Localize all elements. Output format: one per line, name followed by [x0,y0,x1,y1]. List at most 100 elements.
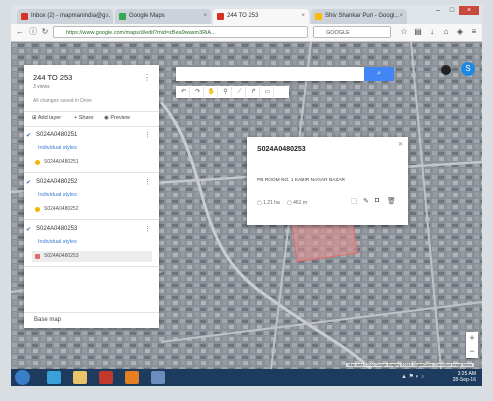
layer-name[interactable]: S024A0480251 [36,132,77,138]
layer-style-link[interactable]: Individual styles [38,192,77,198]
search-button[interactable]: ⌕ [364,67,394,81]
layer-checkbox[interactable]: ✔ [26,132,31,139]
maps-icon [315,13,322,20]
redo-icon[interactable]: ↷ [192,87,204,97]
base-map-label: Base map [34,317,62,323]
more-options-icon[interactable]: ⋮ [144,225,151,233]
layer-style-link[interactable]: Individual styles [38,145,77,151]
map-views: 3 views [33,84,50,90]
area-icon: ▢ [257,200,262,206]
map-search-input[interactable] [176,67,364,81]
close-icon[interactable]: × [203,9,207,24]
area-value: 1.21 ha [263,200,280,206]
tab-google-maps[interactable]: Google Maps × [115,9,211,24]
layer-name[interactable]: S024A0480253 [36,226,77,232]
perimeter-icon: ▢ [287,200,292,206]
folder-icon[interactable] [73,371,87,384]
close-window-button[interactable]: × [459,6,479,15]
tab-shiv-shankar-puri[interactable]: Shiv Shankar Puri - Googl... × [311,9,407,24]
hand-icon[interactable]: ✋ [206,87,218,97]
base-map-toggle[interactable]: Base map [24,312,159,329]
tray-icons[interactable]: ▲ ⚑ ◐ ♪ [401,373,424,380]
polygon-icon [35,254,40,259]
system-clock[interactable]: 3:25 AM 28-Sep-16 [453,371,476,383]
tab-label: 244 TO 253 [227,13,259,19]
lock-icon: ⓘ [29,27,37,36]
more-options-icon[interactable]: ⋮ [143,73,151,82]
browser-toolbar: ← ⓘ ↻ https://www.google.com/maps/d/edit… [11,24,482,42]
add-layer-icon: ⊞ [32,115,37,121]
ruler-icon[interactable]: ▭ [262,87,274,97]
close-icon[interactable]: ✕ [398,141,403,148]
reload-icon[interactable]: ↻ [40,27,50,37]
feature-name: S024A0480253 [44,253,79,259]
map-attribution: Map data ©2016 Google Imagery ©2016, Dig… [346,363,474,367]
more-options-icon[interactable]: ⋮ [144,178,151,186]
zoom-in-button[interactable]: + [466,332,478,345]
search-engine-input[interactable]: GOOGLE [313,26,391,38]
directions-icon[interactable]: ↱ [248,87,260,97]
map-canvas[interactable]: 244 TO 253 3 views All changes saved in … [11,42,482,369]
back-icon[interactable]: ← [15,27,25,37]
layer-style-link[interactable]: Individual styles [38,239,77,245]
layer-item: ✔ S024A0480253 ⋮ Individual styles S024A… [24,220,159,267]
avatar[interactable]: S [461,62,475,76]
maps-icon [119,13,126,20]
camera-icon[interactable]: ◘ [375,197,379,204]
preview-label: Preview [110,115,130,121]
apps-icon[interactable] [441,65,451,75]
tab-label: Shiv Shankar Puri - Googl... [325,13,400,19]
close-icon[interactable]: × [105,9,109,24]
feature-name: S024A0480252 [44,206,79,212]
url-input[interactable]: https://www.google.com/maps/d/edit?mid=z… [53,26,308,38]
clock-date: 28-Sep-16 [452,377,476,383]
download-icon[interactable]: ↓ [427,27,437,37]
tab-my-map[interactable]: 244 TO 253 × [213,9,309,24]
more-options-icon[interactable]: ⋮ [144,131,151,139]
app-icon[interactable] [151,371,165,384]
zoom-out-button[interactable]: − [466,345,478,358]
maximize-button[interactable]: □ [445,6,459,15]
search-engine-placeholder: GOOGLE [326,30,350,36]
bookmark-icon[interactable]: ▤ [413,27,423,37]
shield-icon[interactable]: ◈ [455,27,465,37]
close-icon[interactable]: × [399,9,403,24]
feature-description: PB ROOM NO. 1 KABIR NAGAR BAZAR [257,178,345,183]
feature-row-selected[interactable]: S024A0480253 [32,251,152,262]
layer-name[interactable]: S024A0480252 [36,179,77,185]
layer-checkbox[interactable]: ✔ [26,179,31,186]
map-toolbar: ↶ ↷ ✋ ⚲ ⟋ ↱ ▭ [176,86,289,98]
home-icon[interactable]: ⌂ [441,27,451,37]
tab-inbox[interactable]: Inbox (2) - mapmanindia@g... × [17,9,113,24]
undo-icon[interactable]: ↶ [178,87,190,97]
star-icon[interactable]: ☆ [399,27,409,37]
feature-marker-icon [35,160,40,165]
browser-titlebar: Inbox (2) - mapmanindia@g... × Google Ma… [11,5,482,24]
marker-icon[interactable]: ⚲ [220,87,232,97]
firefox-icon[interactable] [125,371,139,384]
feature-row[interactable]: S024A0480251 [32,157,152,168]
media-player-icon[interactable] [99,371,113,384]
minimize-button[interactable]: – [431,6,445,15]
feature-marker-icon [35,207,40,212]
feature-row[interactable]: S024A0480252 [32,204,152,215]
delete-icon[interactable]: 🗑 [387,197,396,205]
ie-icon[interactable] [47,371,61,384]
start-button[interactable] [15,370,30,385]
edit-icon[interactable]: ✎ [363,197,369,205]
my-maps-icon [217,13,224,20]
feature-info-window: S024A0480253 ✕ PB ROOM NO. 1 KABIR NAGAR… [247,137,408,225]
preview-button[interactable]: ◉ Preview [104,115,130,121]
close-icon[interactable]: × [301,9,305,24]
save-status: All changes saved in Drive [33,98,92,104]
map-title[interactable]: 244 TO 253 [33,73,72,82]
menu-icon[interactable]: ≡ [469,27,479,37]
layer-checkbox[interactable]: ✔ [26,226,31,233]
style-icon[interactable]: ⬚ [351,197,358,205]
add-layer-button[interactable]: ⊞ Add layer [32,115,61,121]
line-icon[interactable]: ⟋ [234,87,246,97]
feature-title: S024A0480253 [257,146,306,153]
add-layer-label: Add layer [37,115,62,121]
share-icon: + [74,115,78,121]
share-button[interactable]: + Share [74,115,93,121]
